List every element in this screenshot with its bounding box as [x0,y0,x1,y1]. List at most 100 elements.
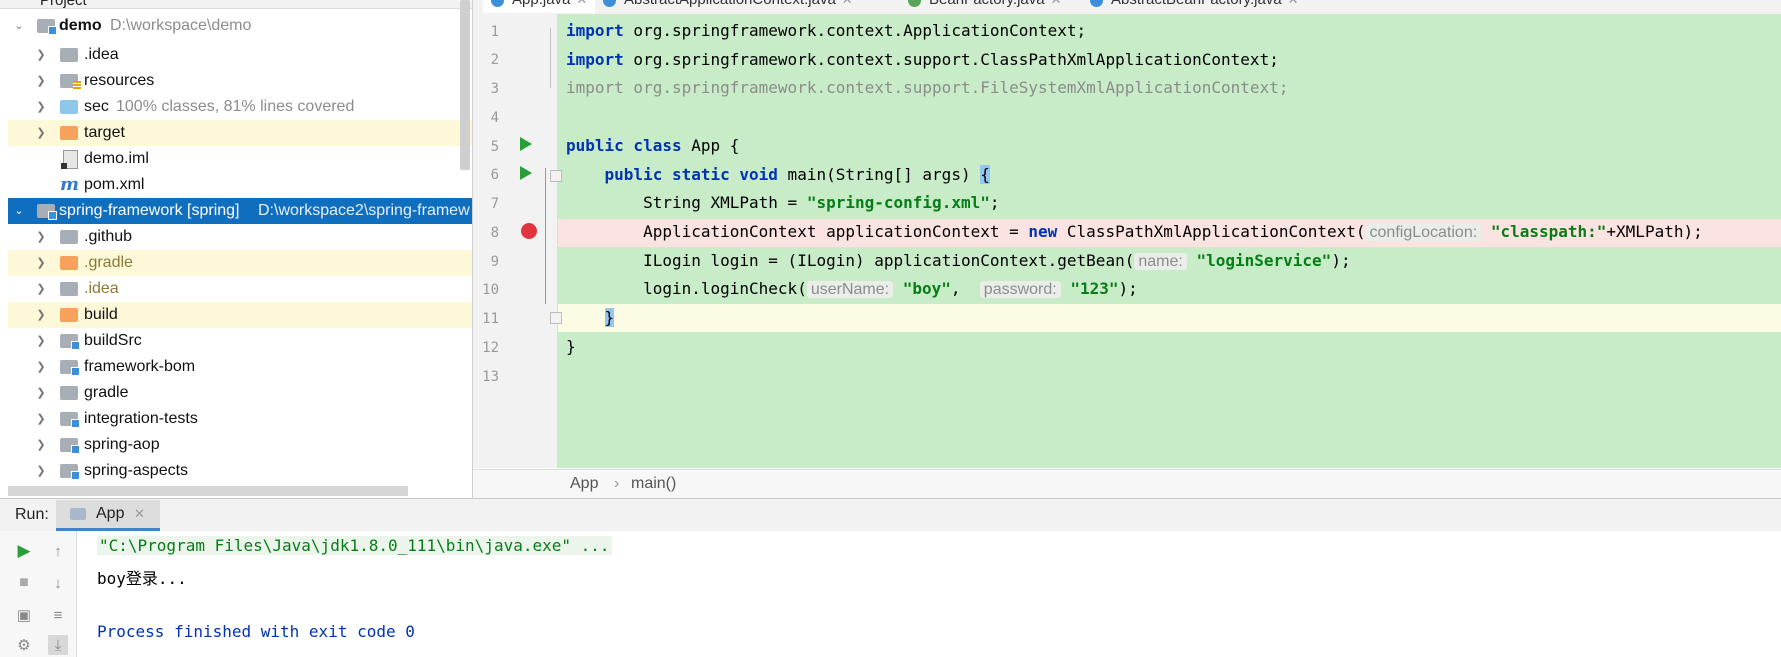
scope-guide [545,168,546,304]
tree-row-github[interactable]: ❯ .github [8,224,472,250]
stop-icon[interactable]: ■ [14,573,34,593]
soft-wrap-icon[interactable]: ≡ [48,605,68,625]
keyword: public class [566,136,682,155]
tree-row-spring-aop[interactable]: ❯ spring-aop [8,432,472,458]
chevron-right-icon[interactable]: ❯ [34,94,48,120]
tree-row-spring-framework[interactable]: ⌄ spring-framework [spring] D:\workspace… [8,198,472,224]
folder-icon [60,48,78,62]
rerun-icon[interactable]: ▶ [14,541,34,561]
line-number: 2 [490,52,499,68]
iml-file-icon [61,150,78,169]
line-number: 9 [490,254,499,270]
tree-row-integration-tests[interactable]: ❯ integration-tests [8,406,472,432]
chevron-right-icon[interactable]: ❯ [34,276,48,302]
tree-label: .idea [84,280,119,297]
chevron-right-icon[interactable]: ❯ [34,432,48,458]
tree-row-resources[interactable]: ❯ resources [8,68,472,94]
keyword: import [566,21,624,40]
tree-label: build [84,306,118,323]
tab-abstract-bean-factory[interactable]: AbstractBeanFactory.java ✕ [1090,0,1299,13]
breadcrumb-method[interactable]: main() [631,475,676,493]
fold-icon[interactable] [550,170,562,182]
chevron-right-icon[interactable]: ❯ [34,42,48,68]
tab-abstract-application-context[interactable]: AbstractApplicationContext.java ✕ [603,0,853,13]
chevron-right-icon[interactable]: ❯ [34,380,48,406]
tree-row-demo[interactable]: ⌄ demo D:\workspace\demo [8,13,472,39]
close-icon[interactable]: ✕ [1051,0,1062,7]
line-number: 4 [490,110,499,126]
close-icon[interactable]: ✕ [1288,0,1299,7]
code-line-6: public static void main(String[] args) { [566,161,990,189]
code-text: App { [681,136,740,155]
maven-file-icon: m [60,174,80,195]
chevron-right-icon[interactable]: ❯ [34,406,48,432]
chevron-right-icon[interactable]: ❯ [34,302,48,328]
line-number: 7 [490,196,499,212]
tree-row-target[interactable]: ❯ target [8,120,472,146]
code-text: main(String[] args) [777,165,981,184]
console-line-output: boy登录... [97,569,187,588]
code-text: ; [989,193,1000,212]
chevron-right-icon[interactable]: ❯ [34,68,48,94]
editor-tabs: App.java ✕ AbstractApplicationContext.jav… [473,0,1781,15]
chevron-right-icon[interactable]: ❯ [34,250,48,276]
chevron-right-icon[interactable]: ❯ [34,120,48,146]
chevron-right-icon[interactable]: ❯ [34,354,48,380]
chevron-down-icon[interactable]: ⌄ [12,13,26,39]
string-literal: "classpath:" [1490,222,1607,241]
tree-row-framework-bom[interactable]: ❯ framework-bom [8,354,472,380]
scroll-to-end-icon[interactable]: ⤓ [48,635,68,655]
tree-label: .idea [84,46,119,63]
tree-row-idea-2[interactable]: ❯ .idea [8,276,472,302]
tab-bean-factory[interactable]: BeanFactory.java ✕ [908,0,1062,13]
tree-row-buildsrc[interactable]: ❯ buildSrc [8,328,472,354]
arrow-down-icon[interactable]: ↓ [48,573,68,593]
tree-row-gradle-hidden[interactable]: ❯ .gradle [8,250,472,276]
tree-row-demo-iml[interactable]: demo.iml [8,146,472,172]
horizontal-scrollbar[interactable] [8,486,408,496]
java-class-icon [603,0,616,7]
run-class-icon[interactable] [520,137,532,151]
tree-row-build[interactable]: ❯ build [8,302,472,328]
close-icon[interactable]: ✕ [134,506,145,522]
java-interface-icon [908,0,921,7]
run-main-icon[interactable] [520,166,532,180]
breakpoint-icon[interactable] [521,223,537,239]
breadcrumb-class[interactable]: App [570,475,598,493]
excluded-folder-icon [60,256,78,270]
module-folder-icon [60,438,80,454]
code-line-8: ApplicationContext applicationContext = … [566,218,1703,246]
code-line-5: public class App { [566,132,739,160]
line-number: 6 [490,167,499,183]
module-folder-icon [37,204,57,220]
close-icon[interactable]: ✕ [842,0,853,7]
vertical-scrollbar[interactable] [460,0,470,170]
parameter-hint: configLocation: [1365,224,1482,241]
chevron-right-icon[interactable]: ❯ [34,328,48,354]
tree-row-gradle[interactable]: ❯ gradle [8,380,472,406]
string-literal: "spring-config.xml" [806,193,990,212]
run-tab-app[interactable]: App ✕ [56,500,160,531]
arrow-up-icon[interactable]: ↑ [48,541,68,561]
tab-app-java[interactable]: App.java ✕ [483,0,596,13]
chevron-down-icon[interactable]: ⌄ [12,198,26,224]
tree-row-pom[interactable]: m pom.xml [8,172,472,198]
import-fold-marker [550,28,561,88]
run-config-icon [70,508,86,520]
tree-row-sec[interactable]: ❯ sec 100% classes, 81% lines covered [8,94,472,120]
matched-brace: { [980,165,990,184]
parameter-hint: userName: [806,281,894,298]
chevron-right-icon[interactable]: ❯ [34,224,48,250]
fold-icon[interactable] [550,312,562,324]
tree-row-spring-aspects[interactable]: ❯ spring-aspects [8,458,472,484]
code-text: ApplicationContext applicationContext = [566,222,1029,241]
close-icon[interactable]: ✕ [576,0,587,7]
tree-row-idea[interactable]: ❯ .idea [8,42,472,68]
settings-icon[interactable]: ⚙ [14,635,34,655]
camera-icon[interactable]: ▣ [14,605,34,625]
chevron-right-icon[interactable]: ❯ [34,458,48,484]
folder-icon [60,386,78,400]
line-number: 5 [490,139,499,155]
project-panel-title[interactable]: Project [40,0,87,9]
folder-icon [60,230,78,244]
